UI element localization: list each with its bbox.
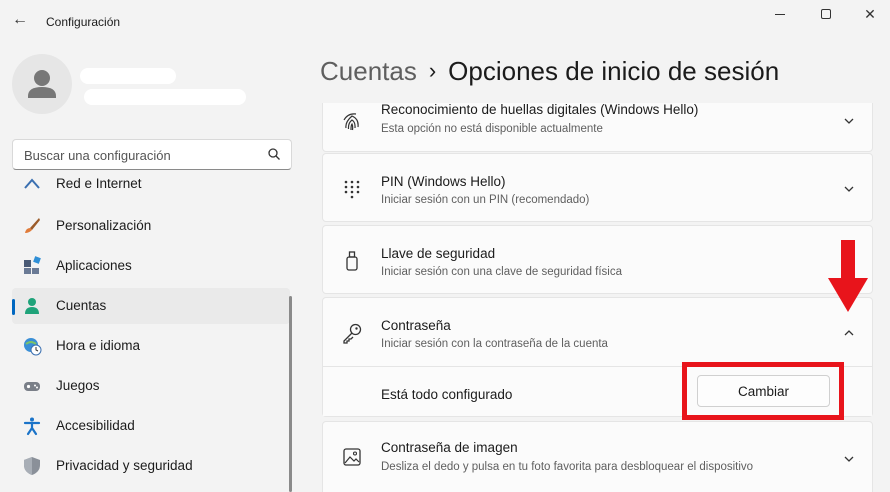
shield-icon [24, 457, 40, 475]
card-pin[interactable]: PIN (Windows Hello) Iniciar sesión con u… [322, 153, 873, 222]
sidebar-item-label: Privacidad y seguridad [56, 458, 193, 473]
globe-clock-icon [24, 338, 42, 356]
sidebar-item-gaming[interactable]: Juegos [12, 368, 290, 404]
usb-key-icon [346, 251, 358, 271]
breadcrumb-parent[interactable]: Cuentas [320, 56, 417, 86]
chevron-down-icon [844, 456, 854, 462]
sidebar-item-label: Red e Internet [56, 176, 142, 191]
page-title: Opciones de inicio de sesión [448, 56, 780, 86]
card-description: Desliza el dedo y pulsa en tu foto favor… [381, 461, 754, 473]
close-icon: ✕ [864, 5, 876, 22]
card-picture-password[interactable]: Contraseña de imagen Desliza el dedo y p… [322, 421, 873, 492]
sidebar-item-label: Accesibilidad [56, 418, 135, 433]
card-fingerprint[interactable]: Reconocimiento de huellas digitales (Win… [322, 103, 873, 152]
card-title: PIN (Windows Hello) [381, 174, 506, 189]
apps-icon [24, 256, 41, 274]
profile-name-redacted [80, 68, 176, 84]
sidebar-item-accounts[interactable]: Cuentas [12, 288, 290, 324]
card-title: Contraseña [381, 318, 451, 333]
sidebar-scrollbar[interactable] [289, 296, 292, 492]
brush-icon [25, 218, 40, 233]
sidebar-nav: Red e Internet Personalización Aplicacio… [12, 176, 290, 492]
search-icon [268, 148, 280, 160]
sidebar-item-label: Aplicaciones [56, 258, 132, 273]
sidebar-item-network[interactable]: Red e Internet [12, 176, 290, 202]
sidebar-item-time-language[interactable]: Hora e idioma [12, 328, 290, 364]
sidebar-item-accessibility[interactable]: Accesibilidad [12, 408, 290, 444]
profile-email-redacted [84, 89, 246, 105]
close-button[interactable]: ✕ [850, 4, 890, 24]
breadcrumb: Cuentas › Opciones de inicio de sesión [320, 56, 779, 87]
sidebar-item-personalization[interactable]: Personalización [12, 208, 290, 244]
password-status-label: Está todo configurado [381, 387, 513, 402]
sign-in-options-list: Reconocimiento de huellas digitales (Win… [322, 103, 873, 492]
card-title: Reconocimiento de huellas digitales (Win… [381, 103, 699, 117]
person-silhouette-icon [28, 70, 56, 98]
card-description: Iniciar sesión con un PIN (recomendado) [381, 194, 590, 206]
chevron-up-icon[interactable] [842, 326, 856, 340]
minimize-icon [775, 13, 785, 15]
search-input[interactable]: Buscar una configuración [12, 139, 292, 170]
person-icon [25, 298, 39, 314]
card-title: Llave de seguridad [381, 246, 496, 261]
sidebar-item-label: Juegos [56, 378, 100, 393]
chevron-down-icon [844, 118, 854, 124]
search-placeholder: Buscar una configuración [24, 148, 171, 163]
sidebar-item-label: Cuentas [56, 298, 107, 313]
picture-icon [343, 448, 361, 466]
back-arrow-icon[interactable]: ← [10, 10, 30, 30]
card-description: Iniciar sesión con una clave de segurida… [381, 266, 623, 278]
fingerprint-icon [343, 113, 359, 131]
pin-keypad-icon [344, 180, 360, 199]
sidebar-item-label: Personalización [56, 218, 152, 233]
avatar [12, 54, 72, 114]
annotation-highlight-box [682, 362, 844, 420]
sidebar-item-privacy[interactable]: Privacidad y seguridad [12, 448, 290, 484]
gamepad-icon [24, 382, 40, 391]
selection-indicator [12, 299, 15, 315]
title-bar: ← Configuración ✕ [0, 0, 890, 44]
maximize-icon [821, 9, 831, 19]
card-description: Esta opción no está disponible actualmen… [381, 123, 603, 135]
breadcrumb-separator: › [428, 58, 437, 83]
sidebar-item-label: Hora e idioma [56, 338, 141, 353]
minimize-button[interactable] [760, 4, 800, 24]
accessibility-icon [23, 417, 41, 436]
sidebar-item-apps[interactable]: Aplicaciones [12, 248, 290, 284]
annotation-arrow-down-icon [828, 240, 868, 312]
app-title: Configuración [46, 15, 121, 29]
card-security-key[interactable]: Llave de seguridad Iniciar sesión con un… [322, 225, 873, 294]
maximize-button[interactable] [806, 4, 846, 24]
card-title: Contraseña de imagen [381, 440, 518, 455]
network-icon [24, 178, 40, 189]
key-icon [343, 323, 362, 344]
chevron-down-icon [844, 186, 854, 192]
card-description: Iniciar sesión con la contraseña de la c… [381, 338, 608, 350]
